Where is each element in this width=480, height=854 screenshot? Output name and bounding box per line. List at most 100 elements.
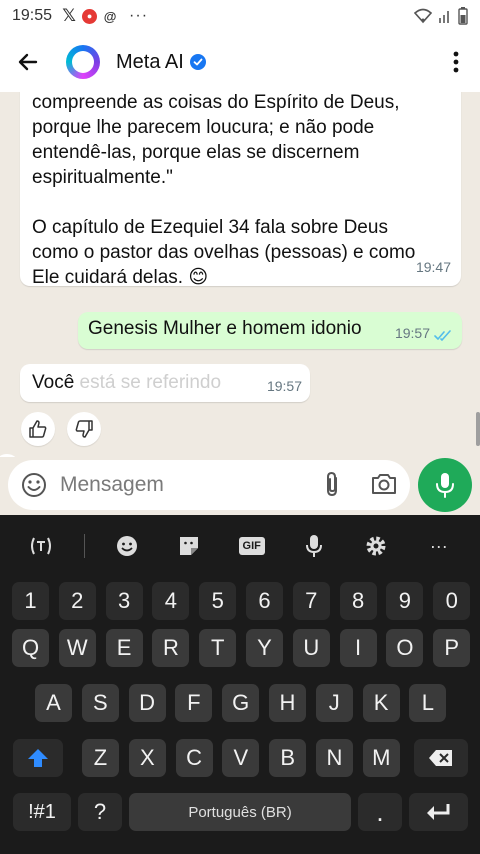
keyboard: GIF ··· 1234567890 QWERTYUIOP ASDFGHJKL …: [0, 515, 480, 854]
shift-key[interactable]: [13, 739, 63, 777]
back-arrow-icon: [18, 53, 38, 71]
voice-input-button[interactable]: [294, 526, 334, 566]
key-d[interactable]: D: [128, 684, 166, 722]
chat-header: Meta AI: [0, 32, 480, 92]
status-bar: 19:55 𝕏 ● @ ···: [0, 0, 480, 32]
outgoing-message[interactable]: Genesis Mulher e homem idonio 19:57: [78, 312, 462, 349]
key-4[interactable]: 4: [152, 582, 190, 620]
message-time: 19:47: [415, 259, 451, 275]
number-row: 1234567890: [0, 582, 480, 620]
key-9[interactable]: 9: [386, 582, 424, 620]
key-h[interactable]: H: [269, 684, 306, 722]
key-x[interactable]: X: [128, 739, 166, 777]
key-b[interactable]: B: [269, 739, 307, 777]
key-p[interactable]: P: [433, 629, 471, 667]
incoming-message[interactable]: compreende as coisas do Espírito de Deus…: [20, 92, 461, 288]
key-g[interactable]: G: [222, 684, 260, 722]
qwerty-row: QWERTYUIOP: [0, 629, 480, 667]
enter-key[interactable]: [409, 793, 468, 831]
message-input[interactable]: Mensagem: [8, 460, 410, 510]
back-button[interactable]: [0, 32, 56, 92]
message-time: 19:57: [266, 378, 302, 394]
read-ticks-icon: [434, 330, 451, 341]
wifi-icon: [414, 8, 432, 24]
zxcv-row: ZXCVBNM: [0, 739, 480, 777]
microphone-icon: [436, 473, 454, 498]
key-j[interactable]: J: [315, 684, 353, 722]
key-2[interactable]: 2: [58, 582, 96, 620]
emoji-icon: [116, 536, 137, 556]
key-y[interactable]: Y: [246, 629, 283, 667]
emoji-icon: [22, 473, 46, 497]
symbols-key[interactable]: !#1: [13, 793, 71, 831]
key-q[interactable]: Q: [12, 629, 49, 667]
key-s[interactable]: S: [81, 684, 119, 722]
x-icon: 𝕏: [62, 6, 76, 25]
microphone-icon: [306, 535, 323, 557]
key-o[interactable]: O: [386, 629, 424, 667]
scrollbar[interactable]: [476, 412, 480, 446]
camera-button[interactable]: [370, 471, 398, 502]
attach-button[interactable]: [322, 471, 342, 504]
battery-icon: [458, 7, 468, 25]
space-key[interactable]: Português (BR): [129, 793, 351, 831]
gif-icon: GIF: [238, 537, 265, 555]
toolbar-divider: [83, 534, 85, 558]
key-e[interactable]: E: [105, 629, 143, 667]
meta-ai-avatar[interactable]: [66, 45, 100, 79]
paperclip-icon: [327, 471, 337, 497]
key-6[interactable]: 6: [246, 582, 283, 620]
gear-icon: [366, 536, 386, 556]
key-m[interactable]: M: [362, 739, 400, 777]
key-5[interactable]: 5: [199, 582, 237, 620]
contact-name[interactable]: Meta AI: [116, 51, 184, 74]
gif-button[interactable]: GIF: [232, 526, 272, 566]
question-key[interactable]: ?: [78, 793, 122, 831]
more-icon: ···: [129, 7, 149, 24]
key-c[interactable]: C: [175, 739, 213, 777]
keyboard-settings-button[interactable]: [356, 526, 396, 566]
key-7[interactable]: 7: [292, 582, 330, 620]
thumbs-up-icon: [29, 420, 47, 438]
key-u[interactable]: U: [292, 629, 330, 667]
message-placeholder: Mensagem: [60, 473, 164, 496]
message-text-fading: está se referindo: [74, 372, 222, 393]
more-options-button[interactable]: ···: [419, 526, 459, 566]
key-l[interactable]: L: [409, 684, 447, 722]
composer-bar: Mensagem: [0, 457, 480, 515]
backspace-key[interactable]: [414, 739, 468, 777]
key-0[interactable]: 0: [433, 582, 471, 620]
translate-button[interactable]: [21, 526, 61, 566]
key-w[interactable]: W: [58, 629, 96, 667]
key-v[interactable]: V: [222, 739, 260, 777]
key-z[interactable]: Z: [82, 739, 119, 777]
key-k[interactable]: K: [362, 684, 400, 722]
camera-icon: [372, 474, 396, 494]
key-t[interactable]: T: [199, 629, 237, 667]
menu-button[interactable]: [432, 32, 480, 92]
key-r[interactable]: R: [152, 629, 190, 667]
thumbs-up-button[interactable]: [21, 412, 55, 446]
key-8[interactable]: 8: [339, 582, 377, 620]
emoji-button[interactable]: [8, 472, 60, 498]
period-key[interactable]: .: [358, 793, 402, 831]
thumbs-down-button[interactable]: [67, 412, 101, 446]
key-n[interactable]: N: [316, 739, 353, 777]
message-text: Genesis Mulher e homem idonio: [88, 318, 362, 339]
message-line: entendê-las, porque elas se discernem: [32, 142, 360, 163]
message-line: como o pastor das ovelhas (pessoas) e co…: [32, 242, 416, 263]
key-i[interactable]: I: [339, 629, 377, 667]
key-f[interactable]: F: [175, 684, 213, 722]
message-line: compreende as coisas do Espírito de Deus…: [32, 92, 400, 113]
incoming-message-typing[interactable]: Você está se referindo 19:57: [20, 364, 310, 402]
chat-area[interactable]: compreende as coisas do Espírito de Deus…: [0, 92, 480, 457]
message-text: Você: [32, 372, 75, 393]
key-a[interactable]: A: [35, 684, 72, 722]
voice-message-button[interactable]: [418, 458, 472, 512]
sticker-button[interactable]: [169, 526, 209, 566]
key-3[interactable]: 3: [105, 582, 143, 620]
key-1[interactable]: 1: [12, 582, 49, 620]
enter-icon: [426, 804, 449, 820]
message-time: 19:57: [394, 325, 430, 341]
emoji-keyboard-button[interactable]: [107, 526, 147, 566]
